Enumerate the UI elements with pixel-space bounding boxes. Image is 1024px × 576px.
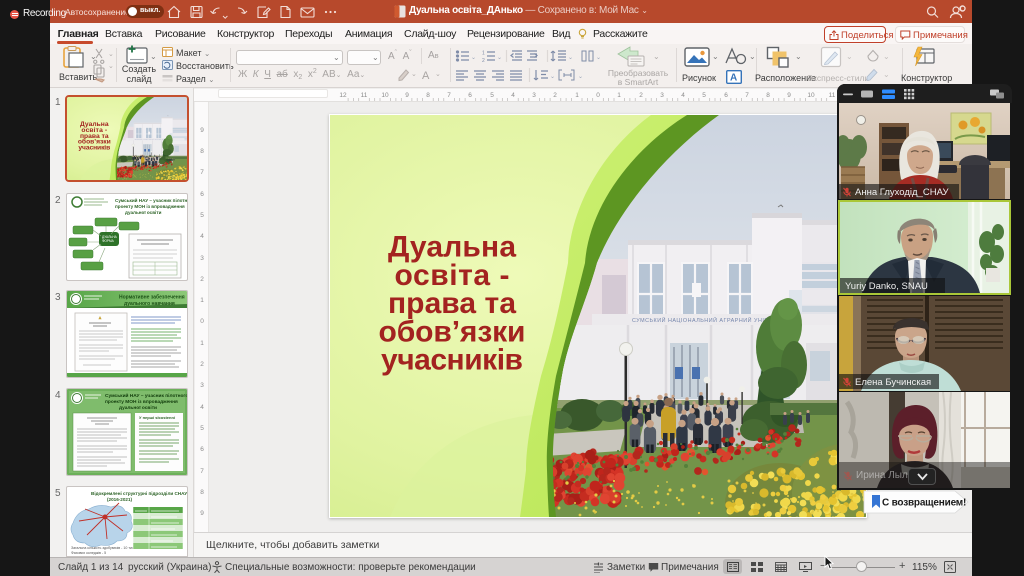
svg-text:0: 0: [596, 92, 600, 99]
svg-text:0: 0: [200, 318, 204, 325]
svg-text:7: 7: [447, 92, 451, 99]
svg-text:1: 1: [482, 51, 485, 57]
svg-text:У перші słcostenni: У перші słcostenni: [139, 415, 175, 420]
svg-text:проекту МОН із впровадження: проекту МОН із впровадження: [115, 204, 185, 209]
svg-text:8: 8: [766, 92, 770, 99]
svg-text:4: 4: [200, 404, 204, 411]
svg-text:2: 2: [200, 361, 204, 368]
svg-text:5: 5: [200, 425, 204, 432]
svg-text:9: 9: [405, 92, 409, 99]
svg-text:5: 5: [490, 92, 494, 99]
svg-text:6: 6: [468, 92, 472, 99]
svg-text:Фахових коледжів - 5: Фахових коледжів - 5: [71, 551, 106, 555]
svg-text:3: 3: [660, 92, 664, 99]
svg-text:3: 3: [532, 92, 536, 99]
svg-text:4: 4: [200, 233, 204, 240]
svg-text:9: 9: [787, 92, 791, 99]
svg-text:6: 6: [200, 446, 204, 453]
svg-text:Сумський НАУ – учасник пілотно: Сумський НАУ – учасник пілотного: [115, 197, 187, 203]
svg-text:8: 8: [426, 92, 430, 99]
svg-text:⌄: ⌄: [596, 55, 601, 61]
svg-text:9: 9: [200, 510, 204, 517]
svg-text:11: 11: [361, 92, 368, 99]
svg-text:дуальної освіти: дуальної освіти: [119, 405, 157, 411]
svg-text:2: 2: [200, 276, 204, 283]
svg-text:С возвращением!: С возвращением!: [882, 498, 966, 509]
svg-text:4: 4: [511, 92, 515, 99]
svg-text:12: 12: [339, 92, 347, 99]
svg-text:7: 7: [745, 92, 749, 99]
svg-text:⌄: ⌄: [568, 55, 573, 61]
svg-text:5: 5: [702, 92, 706, 99]
svg-text:⌄: ⌄: [550, 74, 555, 80]
svg-text:Сумський НАУ – учасник пілотно: Сумський НАУ – учасник пілотного: [105, 392, 187, 399]
svg-text:дуального навчання: дуального навчання: [124, 301, 175, 307]
svg-text:10: 10: [807, 92, 815, 99]
svg-text:6: 6: [200, 191, 204, 198]
svg-text:Загальна кількість здобувачів: Загальна кількість здобувачів - 10 тис.: [71, 546, 135, 550]
svg-text:8: 8: [200, 148, 204, 155]
svg-text:⌄: ⌄: [497, 55, 502, 61]
svg-text:Відокремлені структурні підроз: Відокремлені структурні підрозділи СНАУ: [91, 491, 187, 496]
svg-text:7: 7: [200, 468, 204, 475]
svg-text:(2016-2021): (2016-2021): [107, 497, 132, 502]
svg-text:8: 8: [200, 489, 204, 496]
svg-text:⌄: ⌄: [471, 55, 476, 61]
svg-text:1: 1: [575, 92, 579, 99]
svg-text:3: 3: [200, 382, 204, 389]
svg-text:2: 2: [639, 92, 643, 99]
svg-text:7: 7: [200, 169, 204, 176]
svg-text:учасників: учасників: [381, 344, 523, 377]
svg-text:3: 3: [200, 255, 204, 262]
svg-text:А: А: [730, 73, 737, 84]
svg-text:проекту МОН із впровадження: проекту МОН із впровадження: [105, 399, 178, 405]
svg-text:5: 5: [200, 212, 204, 219]
svg-text:4: 4: [681, 92, 685, 99]
svg-text:дуальної освіти: дуальної освіти: [125, 210, 162, 215]
svg-text:2: 2: [482, 58, 485, 64]
svg-text:6: 6: [724, 92, 728, 99]
svg-text:10: 10: [381, 92, 389, 99]
svg-text:1: 1: [200, 297, 204, 304]
svg-text:11: 11: [829, 92, 836, 99]
svg-text:9: 9: [200, 127, 204, 134]
svg-text:А: А: [422, 70, 430, 82]
svg-text:Нормативне забезпечення: Нормативне забезпечення: [119, 294, 185, 301]
svg-text:2: 2: [553, 92, 557, 99]
svg-text:1: 1: [200, 340, 204, 347]
svg-text:⌄: ⌄: [578, 74, 583, 80]
svg-text:ФОРМА: ФОРМА: [102, 239, 115, 243]
svg-text:1: 1: [617, 92, 621, 99]
